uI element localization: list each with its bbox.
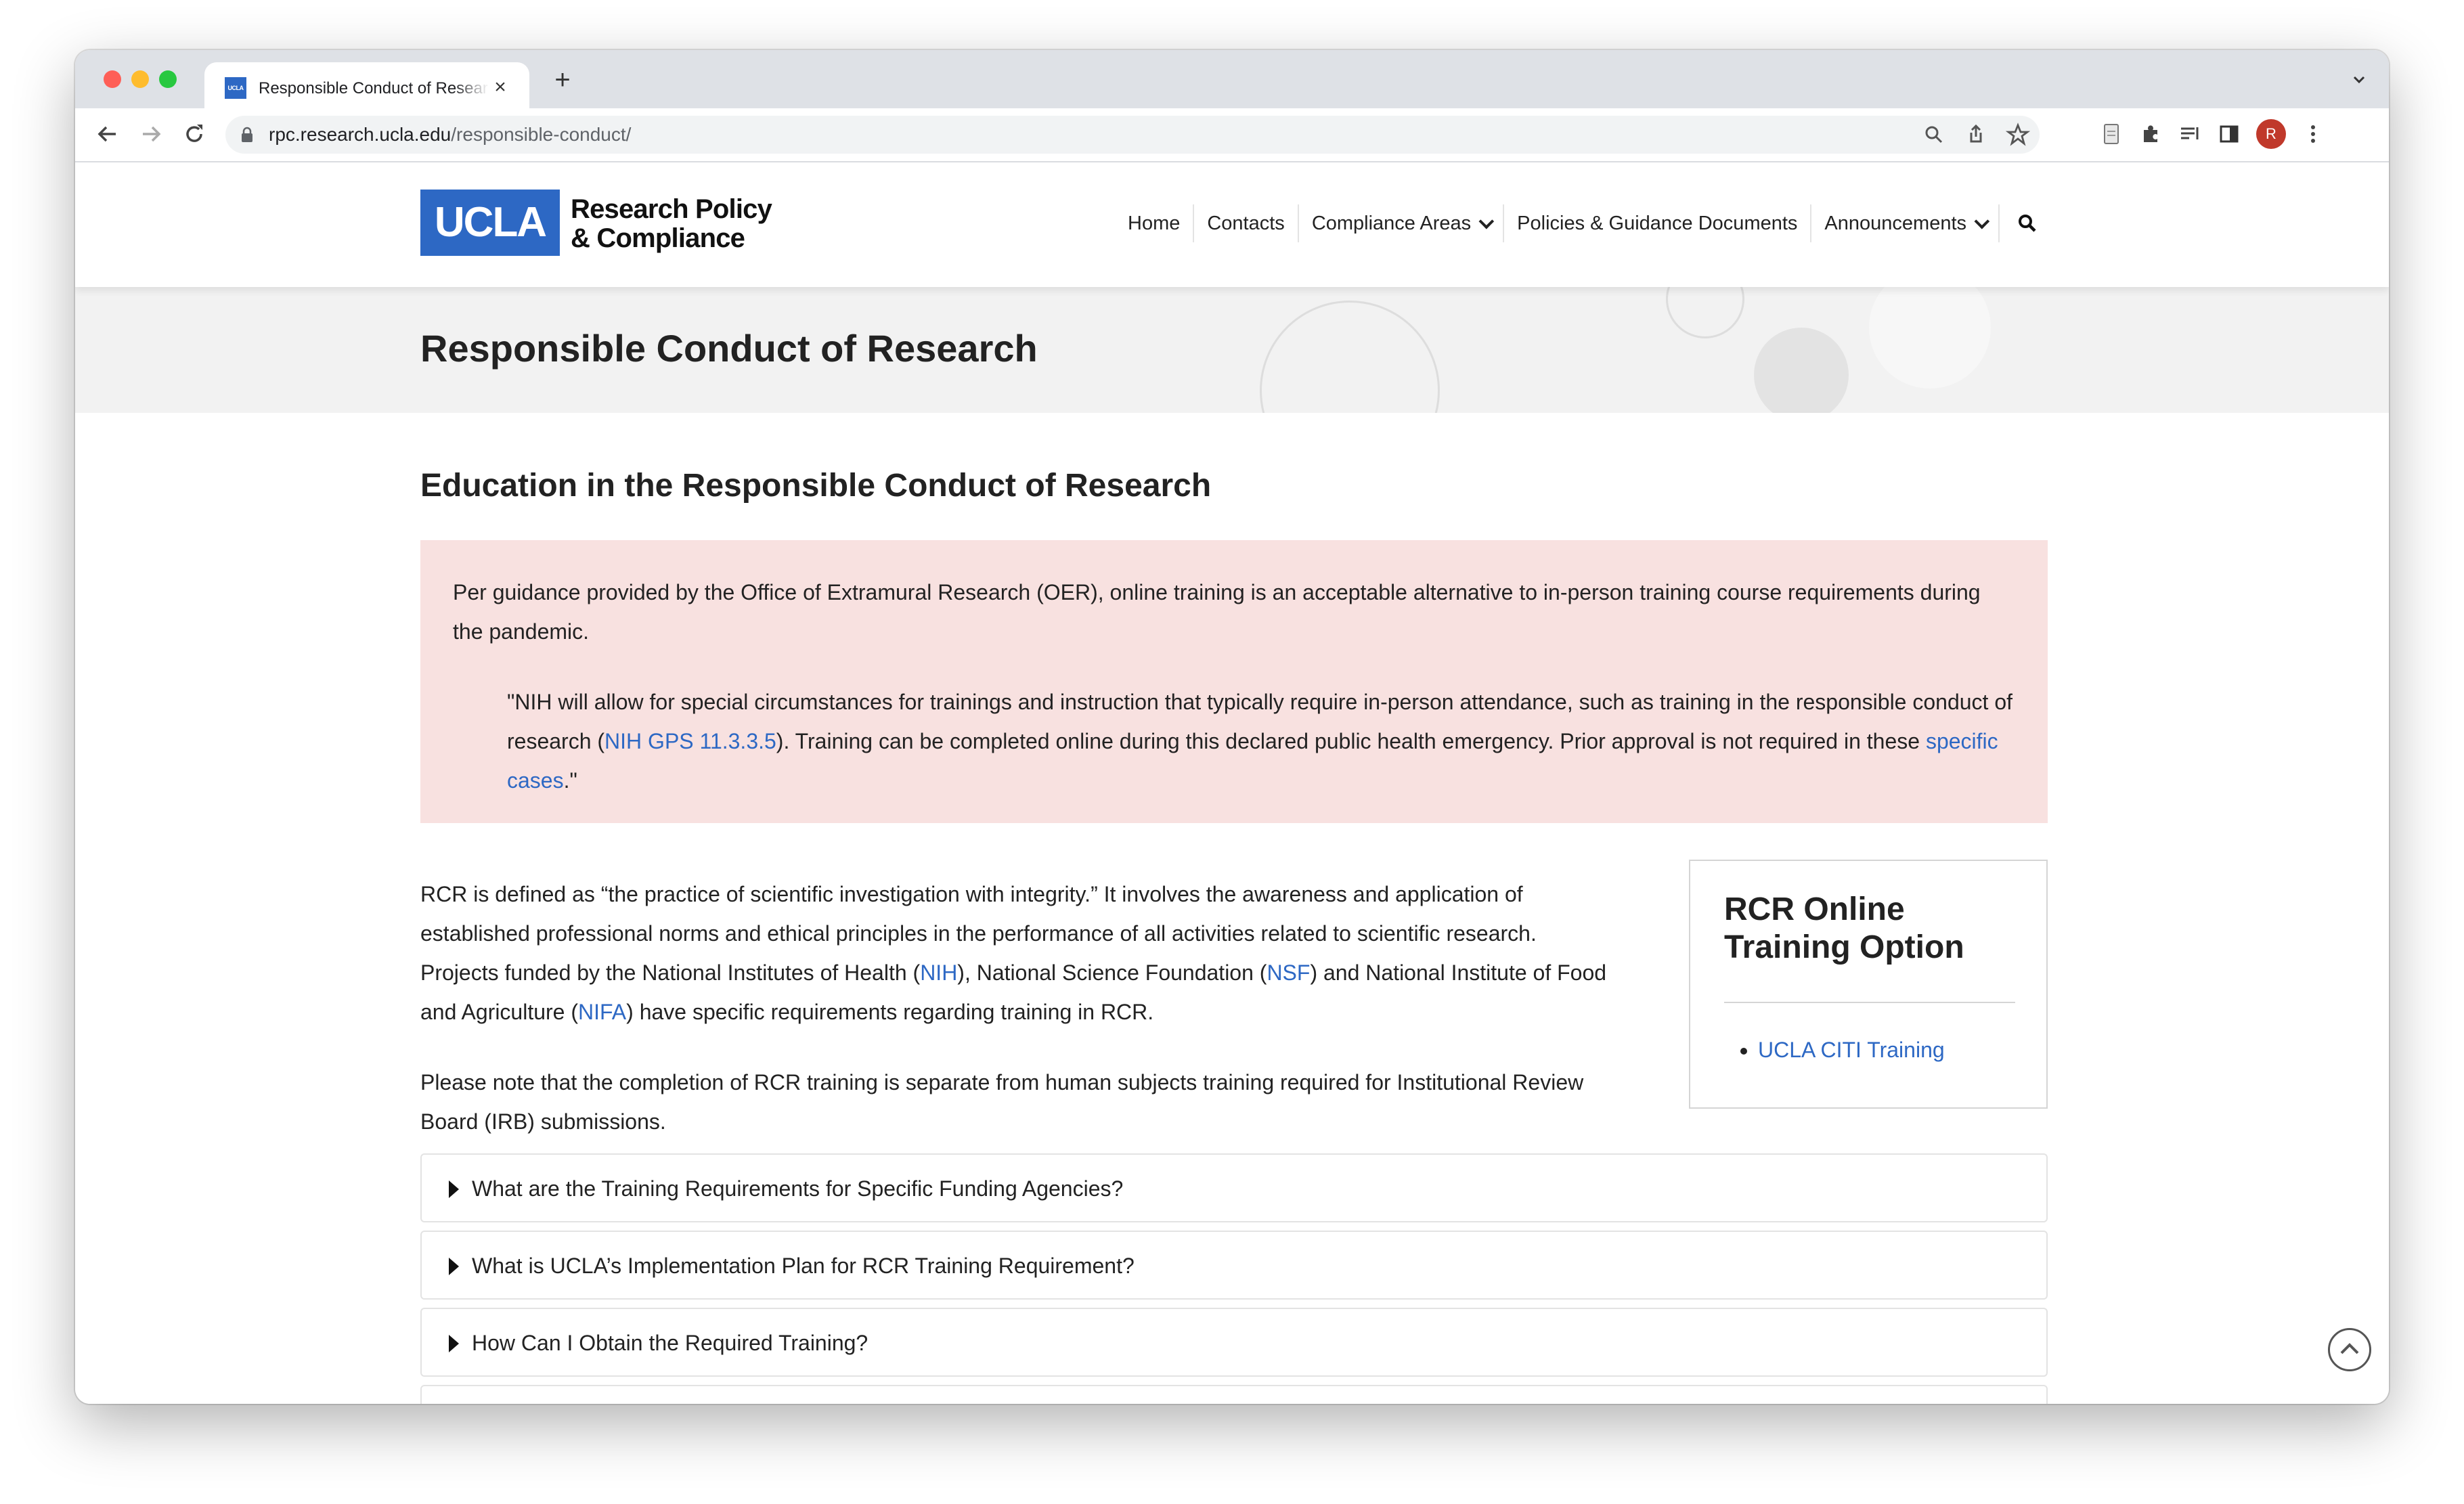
main-navigation: Home Contacts Compliance Areas Policies …	[1115, 204, 2051, 242]
active-tab[interactable]: UCLA Responsible Conduct of Research – R…	[204, 62, 529, 108]
address-bar[interactable]: rpc.research.ucla.edu/responsible-conduc…	[225, 116, 2040, 154]
accordion-label: What is UCLA’s Implementation Plan for R…	[472, 1254, 1135, 1278]
browser-window: UCLA Responsible Conduct of Research – R…	[75, 50, 2389, 1404]
caret-right-icon	[449, 1180, 459, 1198]
section-heading: Education in the Responsible Conduct of …	[420, 468, 1212, 504]
decorative-circle	[1260, 301, 1440, 413]
nav-policies[interactable]: Policies & Guidance Documents	[1504, 204, 1810, 242]
ucla-favicon-icon: UCLA	[225, 77, 246, 99]
page-title-banner: Responsible Conduct of Research	[75, 287, 2389, 413]
url-text[interactable]: rpc.research.ucla.edu/responsible-conduc…	[269, 123, 631, 146]
tab-strip: UCLA Responsible Conduct of Research – R…	[75, 50, 2389, 108]
accordion-obtain-training[interactable]: How Can I Obtain the Required Training?	[420, 1308, 2048, 1377]
rcr-definition-paragraph: RCR is defined as “the practice of scien…	[420, 882, 1607, 1024]
rcr-training-sidebar: RCR Online Training Option UCLA CITI Tra…	[1689, 860, 2048, 1109]
nav-compliance-areas[interactable]: Compliance Areas	[1299, 204, 1503, 242]
side-panel-icon[interactable]	[2217, 122, 2241, 146]
alert-intro: Per guidance provided by the Office of E…	[453, 580, 1981, 644]
browser-toolbar: rpc.research.ucla.edu/responsible-conduc…	[75, 108, 2389, 162]
list-item: UCLA CITI Training	[1758, 1034, 1945, 1065]
page-viewport: UCLA Research Policy & Compliance Home C…	[75, 162, 2389, 1404]
accordion-funding-agencies[interactable]: What are the Training Requirements for S…	[420, 1153, 2048, 1222]
sidebar-divider	[1724, 1002, 2015, 1003]
nih-link[interactable]: NIH	[920, 960, 957, 985]
ucla-citi-training-link[interactable]: UCLA CITI Training	[1758, 1038, 1945, 1062]
nifa-link[interactable]: NIFA	[578, 1000, 626, 1024]
document-extension-icon[interactable]	[2099, 122, 2124, 146]
nav-home[interactable]: Home	[1115, 204, 1193, 242]
scroll-to-top-button[interactable]	[2328, 1328, 2371, 1371]
tab-search-chevron-icon[interactable]	[2350, 70, 2369, 89]
irb-note-paragraph: Please note that the completion of RCR t…	[420, 1070, 1584, 1134]
new-tab-button[interactable]: +	[549, 66, 576, 95]
zoom-icon[interactable]	[1922, 123, 1946, 147]
search-icon	[2019, 215, 2036, 232]
caret-right-icon	[449, 1258, 459, 1275]
bookmark-star-icon[interactable]	[2006, 123, 2030, 147]
nih-gps-link[interactable]: NIH GPS 11.3.3.5	[604, 729, 776, 753]
site-header: UCLA Research Policy & Compliance Home C…	[75, 162, 2389, 287]
accordion-implementation-plan[interactable]: What is UCLA’s Implementation Plan for R…	[420, 1231, 2048, 1300]
caret-right-icon	[449, 1335, 459, 1352]
tab-close-icon[interactable]: ×	[490, 77, 510, 97]
extensions-puzzle-icon[interactable]	[2138, 122, 2163, 146]
site-name[interactable]: Research Policy & Compliance	[571, 195, 772, 253]
page-title: Responsible Conduct of Research	[420, 327, 1038, 370]
accordion-label: What are the Training Requirements for S…	[472, 1176, 1124, 1201]
pandemic-guidance-alert: Per guidance provided by the Office of E…	[420, 540, 2048, 823]
site-search-button[interactable]	[2000, 213, 2051, 234]
decorative-circle	[1869, 287, 1991, 389]
nsf-link[interactable]: NSF	[1267, 960, 1310, 985]
reload-icon[interactable]	[179, 119, 209, 149]
ucla-logo[interactable]: UCLA	[420, 190, 560, 256]
chevron-down-icon	[1478, 213, 1495, 229]
share-icon[interactable]	[1964, 123, 1988, 147]
reading-list-icon[interactable]	[2178, 122, 2202, 146]
forward-arrow-icon[interactable]	[136, 119, 166, 149]
sidebar-link-list: UCLA CITI Training	[1724, 1034, 1945, 1065]
nav-contacts[interactable]: Contacts	[1194, 204, 1297, 242]
close-window-button[interactable]	[104, 70, 121, 88]
back-arrow-icon[interactable]	[93, 119, 123, 149]
accordion-label: How Can I Obtain the Required Training?	[472, 1331, 868, 1355]
profile-avatar[interactable]: R	[2256, 119, 2286, 149]
chevron-down-icon	[1974, 213, 1990, 229]
nav-announcements[interactable]: Announcements	[1811, 204, 1998, 242]
decorative-circle	[1666, 287, 1744, 338]
sidebar-title: RCR Online Training Option	[1724, 891, 1964, 965]
more-menu-icon[interactable]	[2301, 122, 2325, 146]
accordion-partial[interactable]	[420, 1385, 2048, 1404]
zoom-window-button[interactable]	[159, 70, 177, 88]
tab-title: Responsible Conduct of Research – Resear…	[259, 79, 489, 97]
lock-icon[interactable]	[240, 127, 254, 143]
minimize-window-button[interactable]	[131, 70, 149, 88]
decorative-circle	[1754, 328, 1849, 413]
nih-quote: "NIH will allow for special circumstance…	[507, 690, 2013, 793]
chevron-up-icon	[2340, 1343, 2359, 1354]
